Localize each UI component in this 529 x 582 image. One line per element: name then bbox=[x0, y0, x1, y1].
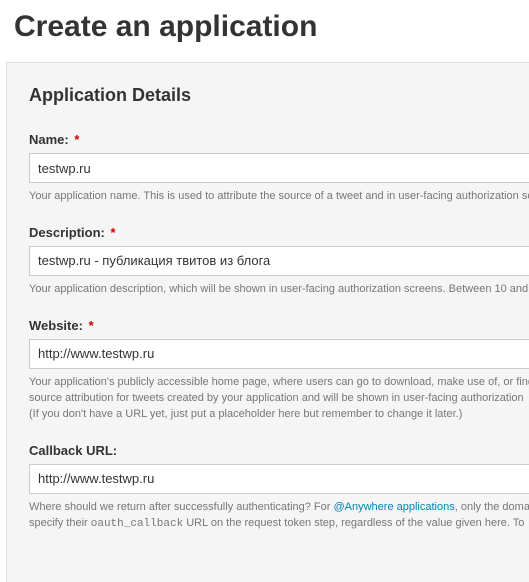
website-help: Your application's publicly accessible h… bbox=[29, 375, 529, 423]
callback-label: Callback URL: bbox=[29, 443, 529, 458]
oauth-callback-code: oauth_callback bbox=[91, 518, 183, 530]
website-help-l1: Your application's publicly accessible h… bbox=[29, 375, 529, 391]
description-label-text: Description: bbox=[29, 225, 105, 240]
callback-label-text: Callback URL: bbox=[29, 443, 117, 458]
callback-help-l2: specify their oauth_callback URL on the … bbox=[29, 516, 529, 533]
website-label: Website: * bbox=[29, 318, 529, 333]
description-label: Description: * bbox=[29, 225, 529, 240]
description-input[interactable] bbox=[29, 246, 529, 276]
callback-help: Where should we return after successfull… bbox=[29, 500, 529, 533]
panel-heading: Application Details bbox=[29, 85, 529, 106]
callback-input[interactable] bbox=[29, 464, 529, 494]
website-help-l2: source attribution for tweets created by… bbox=[29, 391, 529, 407]
field-website: Website: * Your application's publicly a… bbox=[29, 318, 529, 423]
callback-help-l2-pre: specify their bbox=[29, 517, 91, 529]
callback-help-l1: Where should we return after successfull… bbox=[29, 500, 529, 516]
details-panel: Application Details Name: * Your applica… bbox=[6, 62, 529, 582]
website-help-l3: (If you don't have a URL yet, just put a… bbox=[29, 407, 529, 423]
website-input[interactable] bbox=[29, 339, 529, 369]
field-name: Name: * Your application name. This is u… bbox=[29, 132, 529, 205]
description-required-star: * bbox=[110, 225, 115, 240]
name-input[interactable] bbox=[29, 153, 529, 183]
website-required-star: * bbox=[89, 318, 94, 333]
callback-help-l2-post: URL on the request token step, regardles… bbox=[183, 517, 524, 529]
callback-help-post: , only the doma bbox=[455, 501, 529, 513]
name-required-star: * bbox=[74, 132, 79, 147]
name-label: Name: * bbox=[29, 132, 529, 147]
field-description: Description: * Your application descript… bbox=[29, 225, 529, 298]
name-label-text: Name: bbox=[29, 132, 69, 147]
name-help: Your application name. This is used to a… bbox=[29, 189, 529, 205]
description-help: Your application description, which will… bbox=[29, 282, 529, 298]
anywhere-link[interactable]: @Anywhere applications bbox=[333, 501, 454, 513]
website-label-text: Website: bbox=[29, 318, 83, 333]
page-title: Create an application bbox=[14, 10, 529, 44]
callback-help-pre: Where should we return after successfull… bbox=[29, 501, 333, 513]
field-callback: Callback URL: Where should we return aft… bbox=[29, 443, 529, 533]
